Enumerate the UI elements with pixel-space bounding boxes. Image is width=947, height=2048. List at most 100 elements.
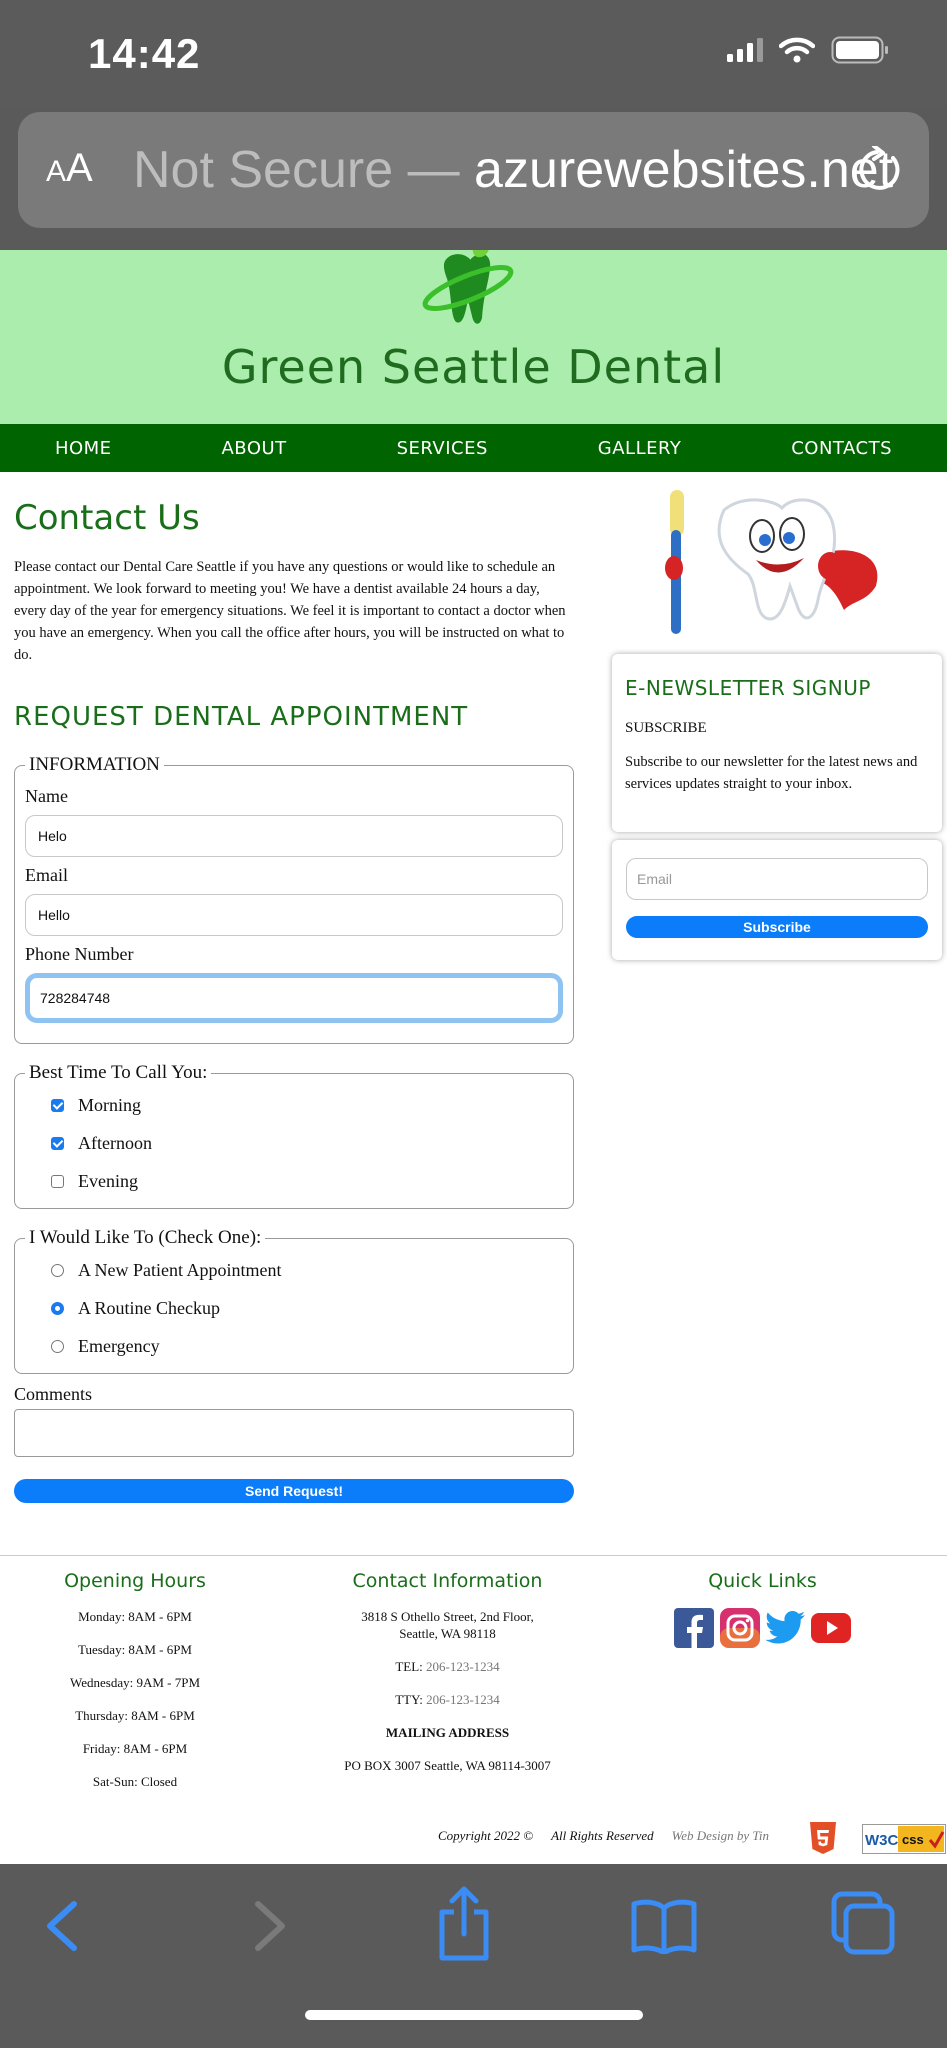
home-indicator[interactable] (305, 2010, 643, 2020)
copyright-line: Copyright 2022 © All Rights Reserved Web… (438, 1828, 769, 1844)
tty-link[interactable]: 206-123-1234 (426, 1692, 500, 1707)
comments-label: Comments (14, 1384, 93, 1404)
reload-icon[interactable] (857, 146, 903, 194)
phone-input[interactable]: 728284748 (25, 973, 563, 1023)
signal-icon (727, 38, 763, 62)
rights-text: All Rights Reserved (551, 1828, 654, 1843)
facebook-icon[interactable] (674, 1608, 714, 1648)
w3c-text: W3C (865, 1832, 899, 1849)
quick-links-title: Quick Links (708, 1570, 817, 1592)
name-input[interactable]: Helo (25, 815, 563, 857)
nav-gallery[interactable]: GALLERY (598, 438, 682, 459)
best-time-legend: Best Time To Call You: (29, 1062, 208, 1083)
opening-hours-column: Opening Hours Monday: 8AM - 6PM Tuesday:… (40, 1570, 230, 1806)
url-text[interactable]: Not Secure — azurewebsites.net (133, 140, 893, 200)
hours-monday: Monday: 8AM - 6PM (78, 1609, 192, 1624)
back-icon[interactable] (40, 1894, 84, 1958)
reason-option-routine-checkup[interactable]: A Routine Checkup (25, 1289, 563, 1327)
aa-small: A (46, 155, 67, 188)
reader-options-button[interactable]: AA (46, 146, 93, 191)
hours-tuesday: Tuesday: 8AM - 6PM (77, 1642, 192, 1657)
reason-option-new-patient[interactable]: A New Patient Appointment (25, 1251, 563, 1289)
time-option-evening[interactable]: Evening (25, 1162, 563, 1200)
tty-label: TTY: (395, 1692, 427, 1707)
nav-contacts[interactable]: CONTACTS (791, 438, 892, 459)
evening-checkbox[interactable] (51, 1174, 64, 1188)
tel-label: TEL: (395, 1659, 426, 1674)
contact-info-column: Contact Information 3818 S Othello Stree… (320, 1570, 575, 1774)
nav-about[interactable]: ABOUT (221, 438, 286, 459)
security-label: Not Secure — (133, 141, 475, 199)
opening-hours-title: Opening Hours (64, 1570, 206, 1592)
web-design-credit[interactable]: Web Design by Tin (672, 1828, 769, 1844)
youtube-icon[interactable] (810, 1613, 851, 1643)
emergency-label: Emergency (78, 1335, 160, 1356)
tooth-logo-icon (422, 250, 514, 324)
newsletter-description: Subscribe to our newsletter for the late… (625, 754, 918, 792)
address-line-2: Seattle, WA 98118 (399, 1626, 496, 1641)
w3c-css-badge-icon[interactable]: W3C css (862, 1824, 946, 1854)
form-heading: REQUEST DENTAL APPOINTMENT (14, 702, 469, 732)
morning-checkbox[interactable] (51, 1098, 64, 1112)
email-input[interactable]: Hello (25, 894, 563, 936)
subscribe-card: Email Subscribe (612, 840, 942, 960)
reason-option-emergency[interactable]: Emergency (25, 1327, 563, 1365)
evening-label: Evening (78, 1170, 138, 1191)
newsletter-title: E-NEWSLETTER SIGNUP (625, 676, 871, 700)
battery-icon (831, 36, 888, 64)
emergency-radio[interactable] (51, 1339, 64, 1353)
browser-toolbar (0, 1864, 947, 2048)
site-footer: Opening Hours Monday: 8AM - 6PM Tuesday:… (0, 1555, 947, 1864)
page-title: Contact Us (14, 498, 200, 538)
tabs-icon[interactable] (830, 1890, 896, 1956)
html5-badge-icon[interactable] (810, 1822, 836, 1854)
site-title: Green Seattle Dental (221, 340, 726, 394)
hours-friday: Friday: 8AM - 6PM (82, 1741, 188, 1756)
mailing-title: MAILING ADDRESS (385, 1725, 510, 1740)
phone-label: Phone Number (25, 944, 134, 964)
hours-weekend: Sat-Sun: Closed (92, 1774, 178, 1789)
nav-services[interactable]: SERVICES (397, 438, 488, 459)
twitter-icon[interactable] (765, 1611, 806, 1645)
name-label: Name (25, 786, 68, 806)
css-text: css (902, 1832, 924, 1847)
nav-home[interactable]: HOME (55, 438, 112, 459)
email-label: Email (25, 865, 68, 885)
new-patient-label: A New Patient Appointment (78, 1259, 282, 1280)
time-option-afternoon[interactable]: Afternoon (25, 1124, 563, 1162)
share-icon[interactable] (436, 1886, 492, 1962)
quick-links-column: Quick Links (660, 1570, 865, 1648)
tel-link[interactable]: 206-123-1234 (426, 1659, 500, 1674)
information-legend: INFORMATION (29, 754, 160, 775)
newsletter-subtitle: SUBSCRIBE (625, 720, 707, 736)
reason-fieldset: I Would Like To (Check One): A New Patie… (14, 1227, 574, 1374)
web-page: Green Seattle Dental HOME ABOUT SERVICES… (0, 250, 947, 1864)
bookmarks-icon[interactable] (630, 1898, 698, 1954)
instagram-icon[interactable] (719, 1608, 760, 1648)
routine-checkup-radio[interactable] (51, 1301, 64, 1315)
hours-wednesday: Wednesday: 9AM - 7PM (69, 1675, 201, 1690)
address-bar[interactable]: AA Not Secure — azurewebsites.net (18, 112, 929, 228)
tooth-mascot-image (665, 490, 878, 634)
new-patient-radio[interactable] (51, 1263, 64, 1277)
site-header: Green Seattle Dental (0, 250, 947, 424)
newsletter-card: E-NEWSLETTER SIGNUP SUBSCRIBE Subscribe … (612, 654, 942, 832)
mailing-address: PO BOX 3007 Seattle, WA 98114-3007 (344, 1758, 551, 1773)
contact-info-title: Contact Information (352, 1570, 543, 1592)
comments-textarea[interactable] (14, 1409, 574, 1457)
reason-legend: I Would Like To (Check One): (29, 1227, 262, 1248)
time-option-morning[interactable]: Morning (25, 1086, 563, 1124)
tel-line: TEL: 206-123-1234 (320, 1658, 575, 1675)
copyright-text: Copyright 2022 © (438, 1828, 534, 1843)
hours-thursday: Thursday: 8AM - 6PM (75, 1708, 195, 1723)
address-line-1: 3818 S Othello Street, 2nd Floor, (361, 1609, 534, 1624)
newsletter-email-input[interactable]: Email (626, 858, 928, 900)
send-request-button[interactable]: Send Request! (14, 1479, 574, 1503)
social-links (660, 1608, 865, 1648)
afternoon-checkbox[interactable] (51, 1136, 64, 1150)
contact-column: Contact Us Please contact our Dental Car… (14, 472, 574, 1503)
best-time-fieldset: Best Time To Call You: Morning Afternoon… (14, 1062, 574, 1209)
status-time: 14:42 (88, 30, 201, 77)
forward-icon[interactable] (248, 1894, 292, 1958)
subscribe-button[interactable]: Subscribe (626, 916, 928, 938)
